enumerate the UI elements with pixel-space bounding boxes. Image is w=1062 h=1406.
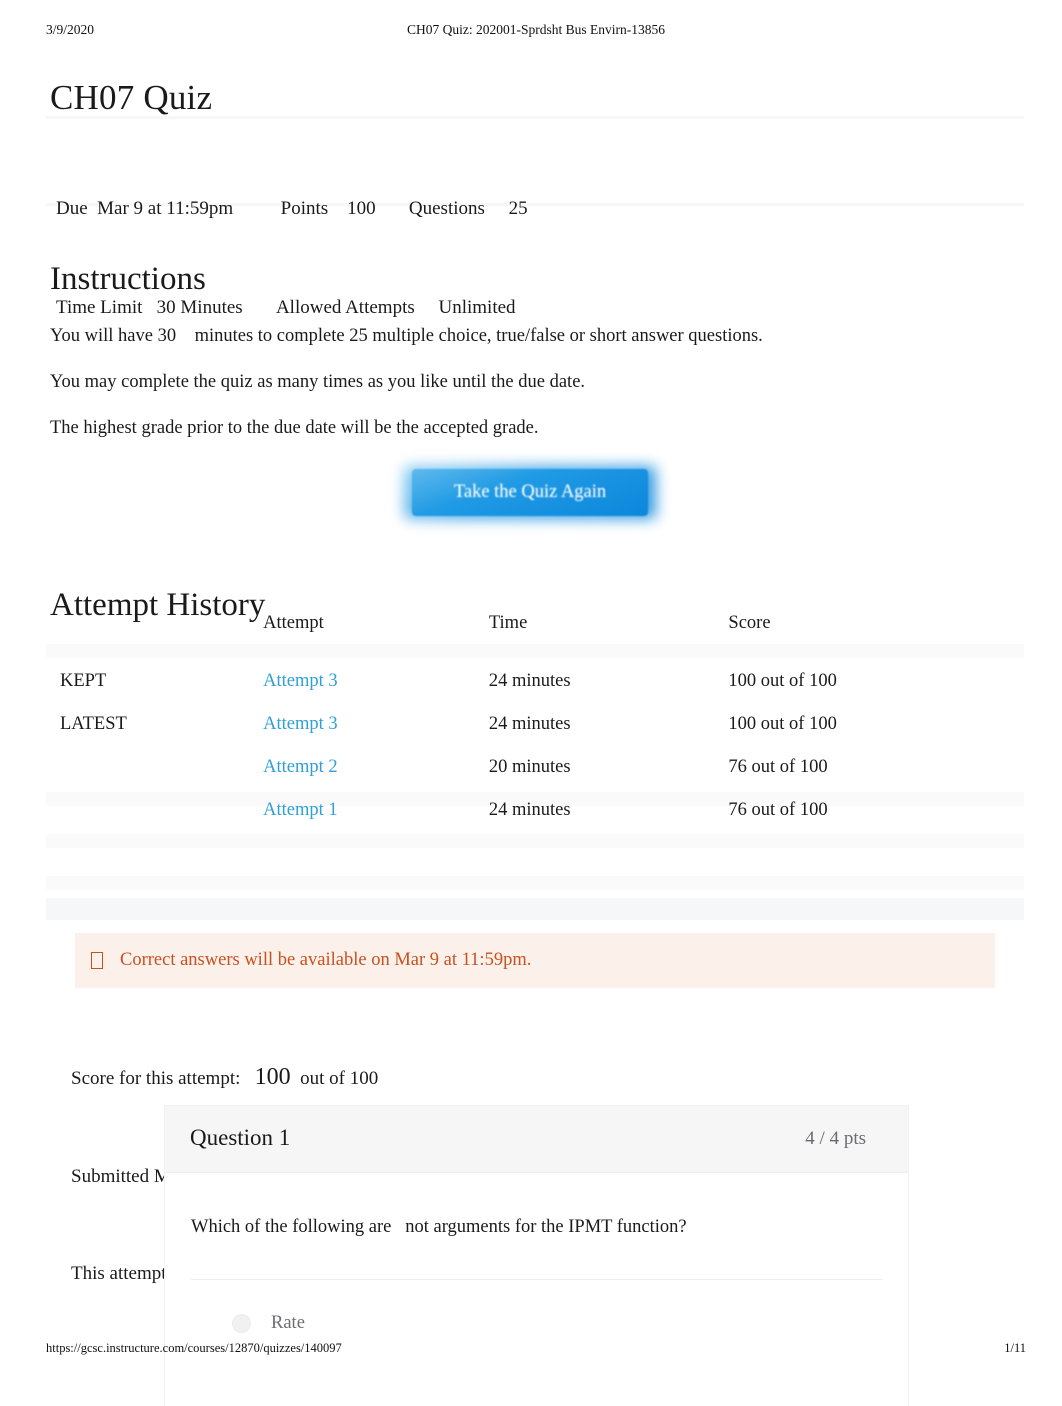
attempt-score: 76 out of 100 [728, 800, 828, 820]
column-header-score: Score [728, 613, 771, 633]
time-limit-label: Time Limit [56, 297, 143, 318]
allowed-attempts-value: Unlimited [438, 297, 516, 318]
answer-label: Rate [271, 1312, 305, 1333]
attempt-status: KEPT [60, 671, 107, 691]
column-header-attempt: Attempt [263, 613, 324, 633]
table-shade-band [46, 898, 1024, 920]
attempt-history-table: Attempt Time Score KEPT Attempt 3 24 min… [50, 613, 1025, 832]
score-value: 100 [254, 1064, 291, 1090]
quiz-metadata: Due Mar 9 at 11:59pm Points 100 Question… [56, 126, 986, 390]
print-page-number: 1/11 [1004, 1341, 1026, 1355]
attempt-link[interactable]: Attempt 3 [263, 671, 338, 691]
attempt-score: 100 out of 100 [728, 671, 837, 691]
take-quiz-again-wrapper: Take the Quiz Again [404, 466, 656, 519]
notice-text: Correct answers will be available on Mar… [120, 950, 532, 970]
due-label: Due [56, 198, 88, 219]
attempt-time: 20 minutes [488, 757, 571, 777]
attempt-cell: Attempt 2 [263, 746, 489, 789]
column-header-time: Time [488, 613, 528, 633]
question-header: Question 1 4 / 4 pts [165, 1106, 908, 1173]
instructions-paragraph-3: The highest grade prior to the due date … [50, 417, 539, 438]
attempt-link[interactable]: Attempt 3 [263, 714, 338, 734]
table-row: KEPT Attempt 3 24 minutes 100 out of 100 [50, 660, 1025, 703]
page-title: CH07 Quiz [50, 78, 213, 118]
question-text: Which of the following are not arguments… [191, 1217, 687, 1237]
attempt-status: LATEST [60, 714, 127, 734]
time-limit-value: 30 Minutes [156, 297, 243, 318]
attempt-cell: Attempt 3 [263, 660, 489, 703]
allowed-attempts-label: Allowed Attempts [275, 297, 415, 318]
table-shade-band [46, 834, 1024, 848]
instructions-heading: Instructions [50, 261, 206, 298]
attempt-score: 100 out of 100 [728, 714, 837, 734]
print-document-title: CH07 Quiz: 202001-Sprdsht Bus Envirn-138… [407, 22, 665, 37]
question-divider [191, 1279, 883, 1280]
points-label: Points [280, 198, 329, 219]
attempt-cell: Attempt 1 [263, 789, 489, 832]
attempt-link[interactable]: Attempt 1 [263, 800, 338, 820]
question-card: Question 1 4 / 4 pts Which of the follow… [165, 1106, 908, 1406]
table-row: Attempt 1 24 minutes 76 out of 100 [50, 789, 1025, 832]
instructions-paragraph-2: You may complete the quiz as many times … [50, 371, 586, 392]
table-header-row: Attempt Time Score [50, 613, 1025, 660]
print-footer: https://gcsc.instructure.com/courses/128… [46, 1341, 1026, 1359]
table-row: LATEST Attempt 3 24 minutes 100 out of 1… [50, 703, 1025, 746]
table-row: Attempt 2 20 minutes 76 out of 100 [50, 746, 1025, 789]
take-quiz-again-button[interactable]: Take the Quiz Again [412, 469, 648, 516]
correct-answers-notice: Correct answers will be available on Mar… [75, 933, 995, 988]
points-value: 100 [347, 198, 376, 219]
questions-label: Questions [408, 198, 485, 219]
attempt-time: 24 minutes [488, 671, 571, 691]
question-title: Question 1 [190, 1125, 291, 1150]
attempt-status [50, 789, 263, 832]
table-shade-band [46, 876, 1024, 890]
attempt-score: 76 out of 100 [728, 757, 828, 777]
attempt-cell: Attempt 3 [263, 703, 489, 746]
due-value: Mar 9 at 11:59pm [97, 198, 234, 219]
score-label: Score for this attempt: [71, 1068, 241, 1089]
radio-icon[interactable] [233, 1314, 250, 1332]
print-url: https://gcsc.instructure.com/courses/128… [46, 1341, 342, 1355]
column-header-status [50, 613, 263, 660]
info-box-icon [91, 952, 103, 969]
attempt-link[interactable]: Attempt 2 [263, 757, 338, 777]
metadata-row-1: Due Mar 9 at 11:59pm Points 100 Question… [56, 192, 986, 225]
print-header: 3/9/2020 CH07 Quiz: 202001-Sprdsht Bus E… [46, 22, 1026, 42]
attempt-time: 24 minutes [488, 800, 571, 820]
score-line: Score for this attempt: 100 out of 100 [71, 1061, 378, 1096]
score-suffix: out of 100 [300, 1068, 379, 1089]
questions-value: 25 [508, 198, 528, 219]
attempt-time: 24 minutes [488, 714, 571, 734]
metadata-rule-top [46, 116, 1024, 119]
question-points: 4 / 4 pts [805, 1128, 866, 1149]
instructions-paragraph-1: You will have 30 minutes to complete 25 … [50, 325, 763, 346]
attempt-status [50, 746, 263, 789]
